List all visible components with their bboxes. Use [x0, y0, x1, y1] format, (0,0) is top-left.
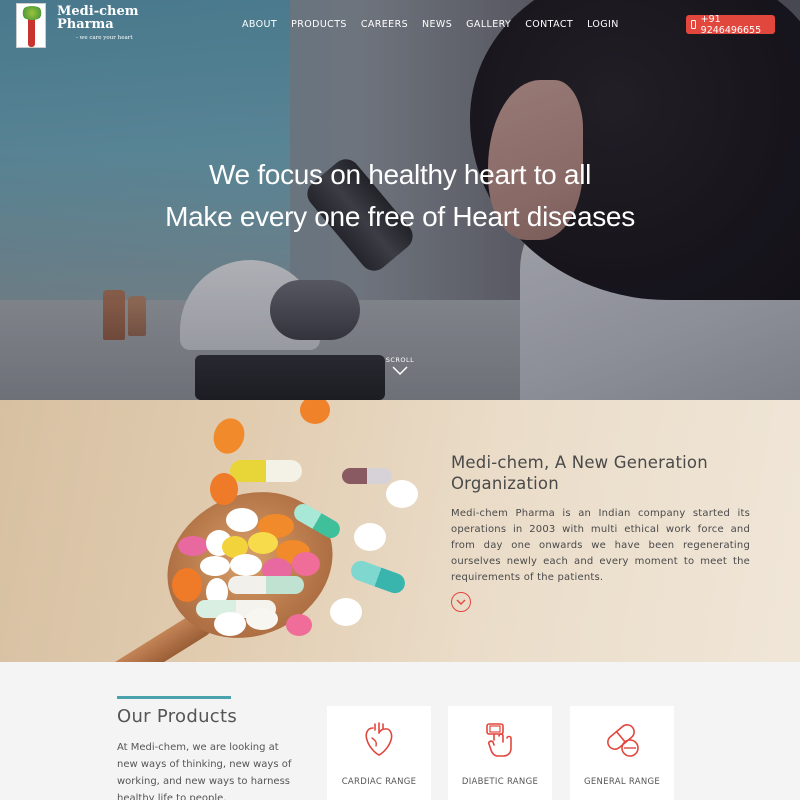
products-text: At Medi-chem, we are looking at new ways…: [117, 742, 292, 800]
pill-image: [286, 614, 312, 636]
pill-image: [208, 413, 250, 459]
scroll-label[interactable]: SCROLL: [380, 356, 420, 364]
pill-image: [200, 556, 230, 576]
nav-products[interactable]: PRODUCTS: [291, 19, 347, 30]
about-text: Medi-chem Pharma is an Indian company st…: [451, 508, 750, 583]
phone-number: +91 9246496655: [700, 13, 762, 36]
nav-careers[interactable]: CAREERS: [361, 19, 408, 30]
pill-image: [386, 480, 418, 508]
capsule-image: [342, 468, 392, 484]
product-card-label: CARDIAC RANGE: [341, 777, 417, 787]
nav-news[interactable]: NEWS: [422, 19, 452, 30]
chevron-down-icon[interactable]: [392, 366, 408, 376]
pills-icon: [607, 724, 639, 757]
logo-tagline: - we care your heart: [76, 35, 133, 41]
product-card-label: GENERAL RANGE: [583, 777, 661, 787]
pill-image: [178, 536, 208, 556]
hero-section: Medi-chem Pharma - we care your heart AB…: [0, 0, 800, 400]
pill-image: [210, 473, 238, 505]
hero-subheadline: Make every one free of Heart diseases: [165, 201, 635, 232]
pill-image: [226, 508, 258, 532]
pill-image: [300, 400, 330, 424]
product-card-diabetic[interactable]: DIABETIC RANGE: [448, 706, 552, 800]
pill-image: [330, 598, 362, 626]
capsule-image: [230, 460, 302, 482]
capsule-image: [228, 576, 304, 594]
pill-image: [292, 552, 320, 576]
nav-login[interactable]: LOGIN: [587, 19, 619, 30]
logo-icon: [16, 3, 46, 48]
phone-button[interactable]: +91 9246496655: [686, 13, 775, 36]
site-logo[interactable]: Medi-chem Pharma - we care your heart: [16, 3, 138, 49]
product-card-cardiac[interactable]: CARDIAC RANGE: [327, 706, 431, 800]
pill-image: [214, 612, 246, 636]
hero-overlay: [0, 0, 800, 400]
pill-image: [354, 523, 386, 551]
capsule-image: [348, 558, 408, 596]
heart-icon: [365, 722, 393, 756]
section-divider: [117, 696, 231, 699]
main-nav: ABOUT PRODUCTS CAREERS NEWS GALLERY CONT…: [242, 19, 619, 30]
products-title: Our Products: [117, 706, 238, 727]
pill-image: [248, 532, 278, 554]
hero-headline: We focus on healthy heart to all: [208, 159, 592, 190]
product-card-label: DIABETIC RANGE: [461, 777, 539, 787]
logo-name: Medi-chem Pharma: [57, 4, 139, 32]
pill-image: [172, 568, 202, 602]
about-title: Medi-chem, A New Generation Organization: [451, 453, 708, 493]
nav-about[interactable]: ABOUT: [242, 19, 277, 30]
product-card-general[interactable]: GENERAL RANGE: [570, 706, 674, 800]
mobile-phone-icon: [691, 20, 696, 29]
pill-image: [246, 608, 278, 630]
glucometer-icon: [486, 723, 512, 757]
products-section: Our Products At Medi-chem, we are lookin…: [0, 662, 800, 800]
pill-image: [230, 554, 262, 576]
read-more-button[interactable]: [451, 592, 471, 612]
nav-gallery[interactable]: GALLERY: [466, 19, 511, 30]
chevron-down-icon: [456, 599, 466, 605]
nav-contact[interactable]: CONTACT: [525, 19, 573, 30]
